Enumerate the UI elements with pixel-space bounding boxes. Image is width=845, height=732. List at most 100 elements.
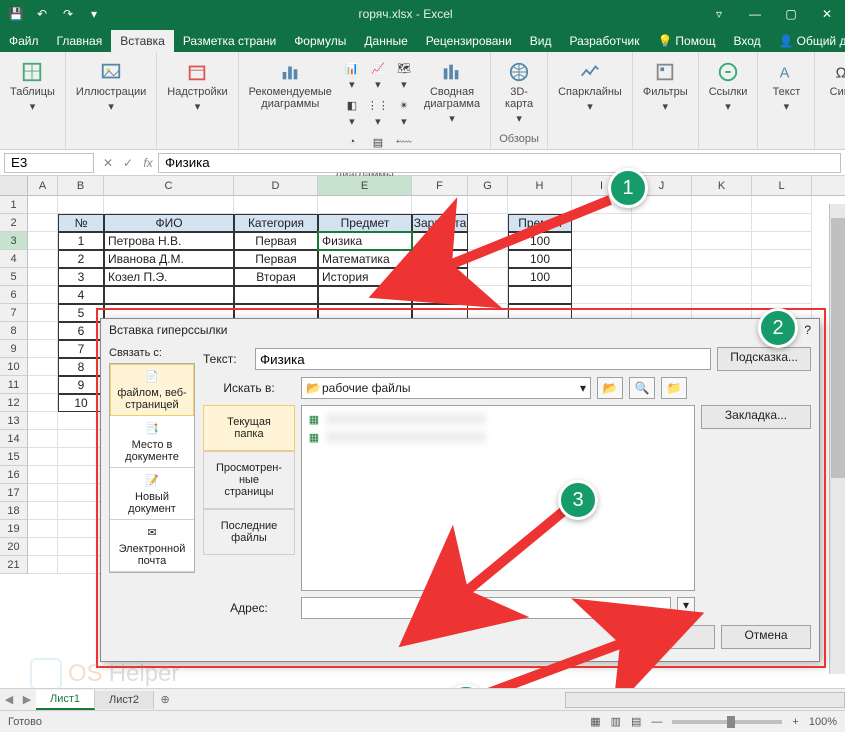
bookmark-button[interactable]: Закладка... (701, 405, 811, 429)
cell[interactable] (752, 232, 812, 250)
tab-data[interactable]: Данные (355, 30, 416, 52)
file-list[interactable]: ▦ ▦ (301, 405, 695, 591)
cell[interactable]: Вторая (234, 268, 318, 286)
cell[interactable]: Первая (234, 232, 318, 250)
cell[interactable] (28, 232, 58, 250)
cell[interactable] (632, 286, 692, 304)
cell[interactable] (412, 286, 468, 304)
scatter-chart-button[interactable]: ⋮⋮▾ (366, 95, 390, 130)
cell[interactable] (28, 358, 58, 376)
link-tab-file-web[interactable]: 📄файлом, веб- страницей (110, 364, 194, 416)
cell[interactable] (468, 250, 508, 268)
cell[interactable] (508, 286, 572, 304)
name-box[interactable] (4, 153, 94, 173)
cell[interactable] (572, 286, 632, 304)
link-tab-place[interactable]: 📑Место в документе (110, 416, 194, 468)
browse-tab-recent[interactable]: Последние файлы (203, 509, 295, 555)
ok-button[interactable]: ОК (625, 625, 715, 649)
scroll-thumb[interactable] (831, 218, 845, 478)
row-header[interactable]: 9 (0, 340, 27, 358)
bar-chart-button[interactable]: 📊▾ (340, 58, 364, 93)
cell[interactable] (468, 268, 508, 286)
tab-home[interactable]: Главная (48, 30, 112, 52)
tab-help[interactable]: 💡Помощ (648, 30, 724, 52)
cell[interactable] (572, 250, 632, 268)
cell[interactable]: Физика (318, 232, 412, 250)
formula-ok-button[interactable]: ✓ (118, 156, 138, 170)
cell[interactable] (28, 556, 58, 574)
tab-view[interactable]: Вид (521, 30, 561, 52)
cell[interactable] (28, 214, 58, 232)
cell[interactable] (468, 286, 508, 304)
cell[interactable] (28, 502, 58, 520)
cell[interactable]: 300 (412, 250, 468, 268)
tab-signin[interactable]: Вход (725, 30, 770, 52)
cell[interactable] (28, 412, 58, 430)
radar-chart-button[interactable]: ✴▾ (392, 95, 416, 130)
cancel-button[interactable]: Отмена (721, 625, 811, 649)
cell[interactable] (632, 196, 692, 214)
link-tab-newdoc[interactable]: 📝Новый документ (110, 468, 194, 520)
cell[interactable] (104, 196, 234, 214)
cell[interactable] (28, 268, 58, 286)
cell[interactable] (58, 430, 104, 448)
illustrations-button[interactable]: Иллюстрации▾ (72, 58, 150, 115)
col-header[interactable]: C (104, 176, 234, 195)
cell[interactable]: 2 (58, 250, 104, 268)
formula-input[interactable] (158, 153, 841, 173)
col-header[interactable]: L (752, 176, 812, 195)
cell[interactable]: История (318, 268, 412, 286)
horizontal-scrollbar[interactable] (565, 692, 845, 708)
pivot-chart-button[interactable]: Сводная диаграмма▾ (420, 58, 484, 127)
cell[interactable] (572, 232, 632, 250)
sheet-tab-2[interactable]: Лист2 (95, 691, 154, 709)
address-dropdown-button[interactable]: ▾ (677, 597, 695, 619)
cell[interactable] (28, 340, 58, 358)
lookin-dropdown[interactable]: 📂 рабочие файлы ▾ (301, 377, 591, 399)
cell[interactable] (28, 250, 58, 268)
col-header[interactable]: F (412, 176, 468, 195)
file-item[interactable]: ▦ (306, 428, 690, 446)
browse-tab-viewed[interactable]: Просмотрен- ные страницы (203, 451, 295, 509)
row-header[interactable]: 10 (0, 358, 27, 376)
cell[interactable]: Петрова Н.В. (104, 232, 234, 250)
cell[interactable] (28, 286, 58, 304)
add-sheet-button[interactable]: ⊕ (154, 693, 176, 706)
cell[interactable]: 4 (58, 286, 104, 304)
cell[interactable] (58, 484, 104, 502)
cell[interactable] (28, 448, 58, 466)
zoom-out-button[interactable]: — (651, 716, 662, 728)
cell[interactable]: Первая (234, 250, 318, 268)
cell[interactable]: 5 (58, 304, 104, 322)
cell[interactable]: 100 (508, 268, 572, 286)
row-header[interactable]: 18 (0, 502, 27, 520)
cell[interactable]: 10 (58, 394, 104, 412)
cell[interactable]: ФИО (104, 214, 234, 232)
cell[interactable] (632, 232, 692, 250)
text-button[interactable]: AТекст▾ (764, 58, 808, 115)
cell[interactable] (28, 196, 58, 214)
cell[interactable]: Предмет (318, 214, 412, 232)
screentip-button[interactable]: Подсказка... (717, 347, 811, 371)
cell[interactable] (468, 196, 508, 214)
save-button[interactable]: 💾 (4, 2, 28, 26)
cell[interactable] (508, 196, 572, 214)
view-pagebreak-button[interactable]: ▤ (631, 715, 641, 728)
zoom-thumb[interactable] (727, 716, 735, 728)
cell[interactable] (692, 286, 752, 304)
3d-map-button[interactable]: 3D- карта▾ (497, 58, 541, 127)
row-header[interactable]: 15 (0, 448, 27, 466)
cell[interactable]: 6 (58, 322, 104, 340)
cell[interactable] (752, 286, 812, 304)
cell[interactable] (692, 196, 752, 214)
row-header[interactable]: 17 (0, 484, 27, 502)
cell[interactable] (752, 196, 812, 214)
tab-layout[interactable]: Разметка страни (174, 30, 285, 52)
cell[interactable] (468, 232, 508, 250)
cell[interactable]: Категория (234, 214, 318, 232)
zoom-slider[interactable] (672, 720, 782, 724)
cell[interactable] (412, 196, 468, 214)
cell[interactable] (28, 430, 58, 448)
filters-button[interactable]: Фильтры▾ (639, 58, 692, 115)
tab-file[interactable]: Файл (0, 30, 48, 52)
